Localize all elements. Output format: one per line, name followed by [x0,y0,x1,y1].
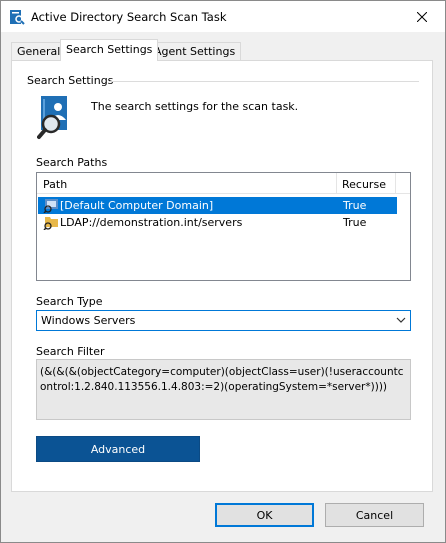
column-divider [395,173,396,194]
folder-search-icon [43,217,58,230]
chevron-down-icon [396,317,406,323]
path-value: [Default Computer Domain] [60,199,214,212]
ok-button[interactable]: OK [215,503,314,527]
list-item[interactable]: LDAP://demonstration.int/servers True [38,214,397,231]
path-value: LDAP://demonstration.int/servers [60,216,243,229]
group-caption: Search Settings [27,74,114,87]
column-header-recurse[interactable]: Recurse [342,178,386,191]
window-title: Active Directory Search Scan Task [31,10,227,24]
column-divider [336,173,337,194]
app-icon [10,10,25,25]
dialog-window: Active Directory Search Scan Task Genera… [0,0,446,543]
tab-search-settings[interactable]: Search Settings [60,39,159,61]
advanced-button[interactable]: Advanced [36,436,200,462]
search-filter-field[interactable]: (&(&(&(objectCategory=computer)(objectCl… [36,359,411,420]
title-bar: Active Directory Search Scan Task [1,1,445,32]
column-header-path[interactable]: Path [43,178,67,191]
tab-agent-settings[interactable]: Agent Settings [148,42,242,61]
search-paths-label: Search Paths [36,156,108,169]
list-item[interactable]: [Default Computer Domain] True [38,197,397,214]
tab-general[interactable]: General [11,42,67,61]
directory-search-icon [37,96,67,139]
search-type-select[interactable]: Windows Servers [36,310,411,331]
close-icon [417,11,427,22]
recurse-value: True [343,199,367,212]
search-filter-label: Search Filter [36,345,105,358]
list-header: Path Recurse [37,173,410,194]
search-paths-list[interactable]: Path Recurse [Default Computer Domain] T… [36,172,411,281]
search-type-value: Windows Servers [41,314,136,327]
settings-description: The search settings for the scan task. [91,100,299,113]
recurse-value: True [343,216,367,229]
domain-search-icon [43,199,58,213]
tab-strip: General Search Settings Agent Settings [11,39,431,61]
search-settings-panel: Search Settings The search settings for … [11,60,433,492]
search-type-label: Search Type [36,295,103,308]
cancel-button[interactable]: Cancel [325,503,424,527]
group-divider [109,81,419,82]
close-button[interactable] [399,1,445,32]
